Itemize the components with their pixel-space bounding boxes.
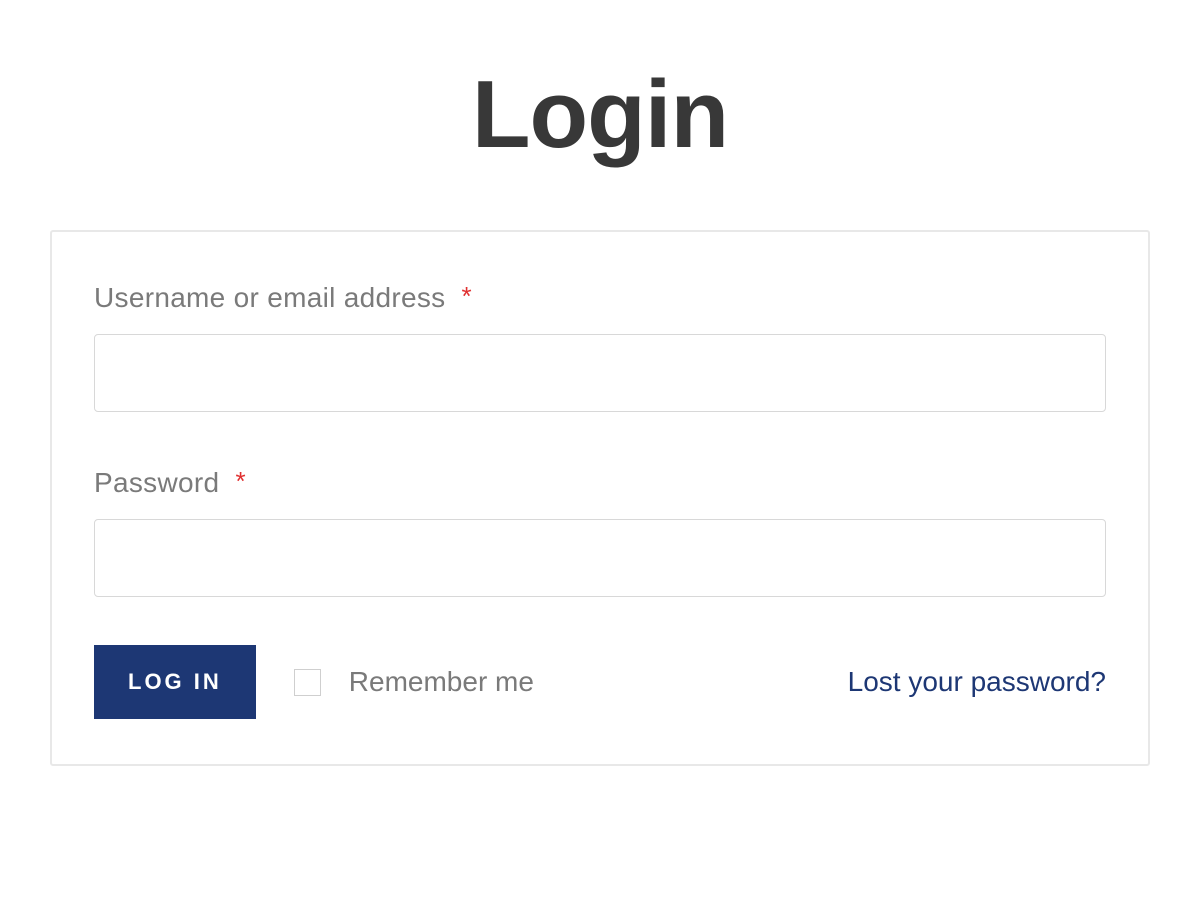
login-form: Username or email address * Password * L… [50, 230, 1150, 766]
remember-me-label: Remember me [349, 666, 534, 698]
page-title: Login [50, 60, 1150, 170]
actions-left: LOG IN Remember me [94, 645, 534, 719]
username-field-group: Username or email address * [94, 282, 1106, 412]
login-button[interactable]: LOG IN [94, 645, 256, 719]
lost-password-link[interactable]: Lost your password? [848, 666, 1106, 698]
remember-me-wrap[interactable]: Remember me [294, 666, 534, 698]
required-asterisk-icon: * [462, 281, 472, 311]
login-page: Login Username or email address * Passwo… [0, 0, 1200, 816]
username-label: Username or email address * [94, 282, 1106, 314]
username-input[interactable] [94, 334, 1106, 412]
remember-me-checkbox[interactable] [294, 669, 321, 696]
password-label: Password * [94, 467, 1106, 499]
required-asterisk-icon: * [235, 466, 245, 496]
password-label-text: Password [94, 467, 219, 498]
password-input[interactable] [94, 519, 1106, 597]
actions-row: LOG IN Remember me Lost your password? [94, 645, 1106, 719]
username-label-text: Username or email address [94, 282, 445, 313]
password-field-group: Password * [94, 467, 1106, 597]
